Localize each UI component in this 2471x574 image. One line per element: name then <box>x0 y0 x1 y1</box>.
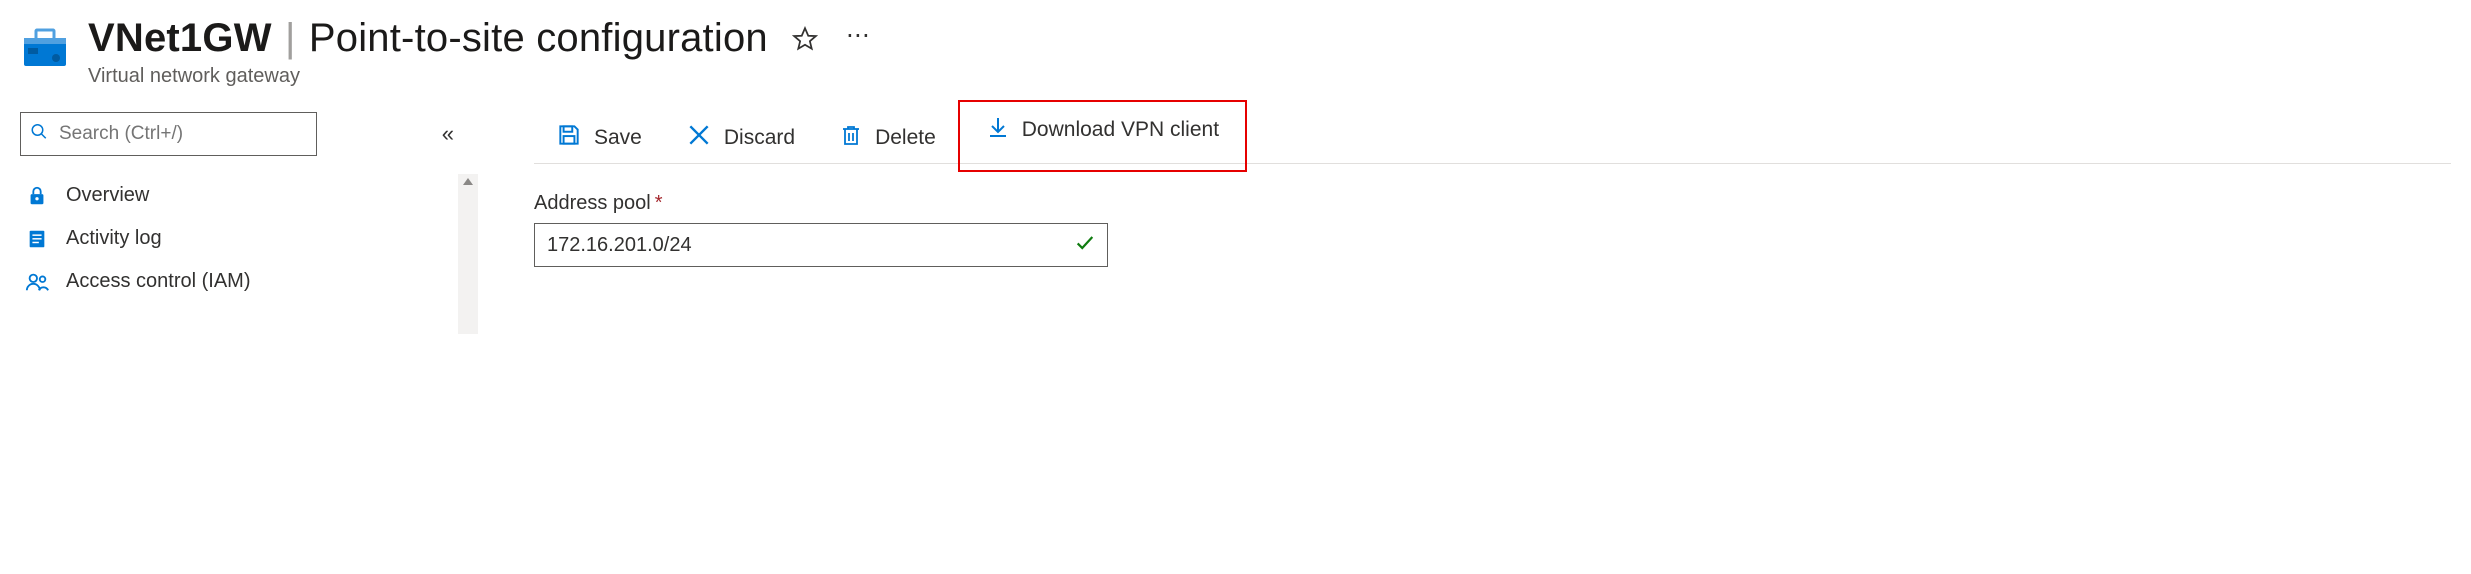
address-pool-input[interactable] <box>534 223 1108 267</box>
page-header: VNet1GW | Point-to-site configuration ⋯ … <box>20 16 2451 88</box>
sidebar-item-label: Activity log <box>66 227 162 250</box>
chevron-double-left-icon: « <box>442 121 454 146</box>
scroll-up-icon <box>463 178 473 185</box>
sidebar-scrollbar[interactable] <box>458 174 478 334</box>
search-icon <box>30 123 48 146</box>
download-vpn-client-button[interactable]: Download VPN client <box>964 104 1241 156</box>
close-icon <box>686 122 712 154</box>
search-input[interactable] <box>20 112 317 156</box>
main-content: Save Discard <box>460 112 2451 267</box>
delete-button[interactable]: Delete <box>817 112 958 164</box>
lock-icon <box>24 185 50 207</box>
favorite-button[interactable] <box>788 22 822 56</box>
checkmark-icon <box>1074 232 1096 259</box>
trash-icon <box>839 122 863 154</box>
save-icon <box>556 122 582 154</box>
sidebar-item-access-control[interactable]: Access control (IAM) <box>20 260 460 303</box>
download-icon <box>986 114 1010 146</box>
page-title: VNet1GW | Point-to-site configuration <box>88 16 768 61</box>
log-icon <box>24 228 50 250</box>
more-button[interactable]: ⋯ <box>842 20 876 58</box>
star-icon <box>792 26 818 52</box>
address-pool-field: Address pool* <box>534 192 2451 267</box>
toolbar: Save Discard <box>534 112 2451 164</box>
people-icon <box>24 271 50 293</box>
highlight-annotation: Download VPN client <box>958 100 1247 172</box>
sidebar-item-label: Access control (IAM) <box>66 270 250 293</box>
sidebar-item-overview[interactable]: Overview <box>20 174 460 217</box>
resource-icon <box>20 24 70 73</box>
sidebar-item-activity-log[interactable]: Activity log <box>20 217 460 260</box>
save-button[interactable]: Save <box>534 112 664 164</box>
discard-button[interactable]: Discard <box>664 112 817 164</box>
collapse-sidebar-button[interactable]: « <box>436 117 460 151</box>
address-pool-label: Address pool* <box>534 192 2451 215</box>
sidebar: « Overview <box>20 112 460 303</box>
sidebar-item-label: Overview <box>66 184 149 207</box>
resource-type-label: Virtual network gateway <box>88 65 876 88</box>
